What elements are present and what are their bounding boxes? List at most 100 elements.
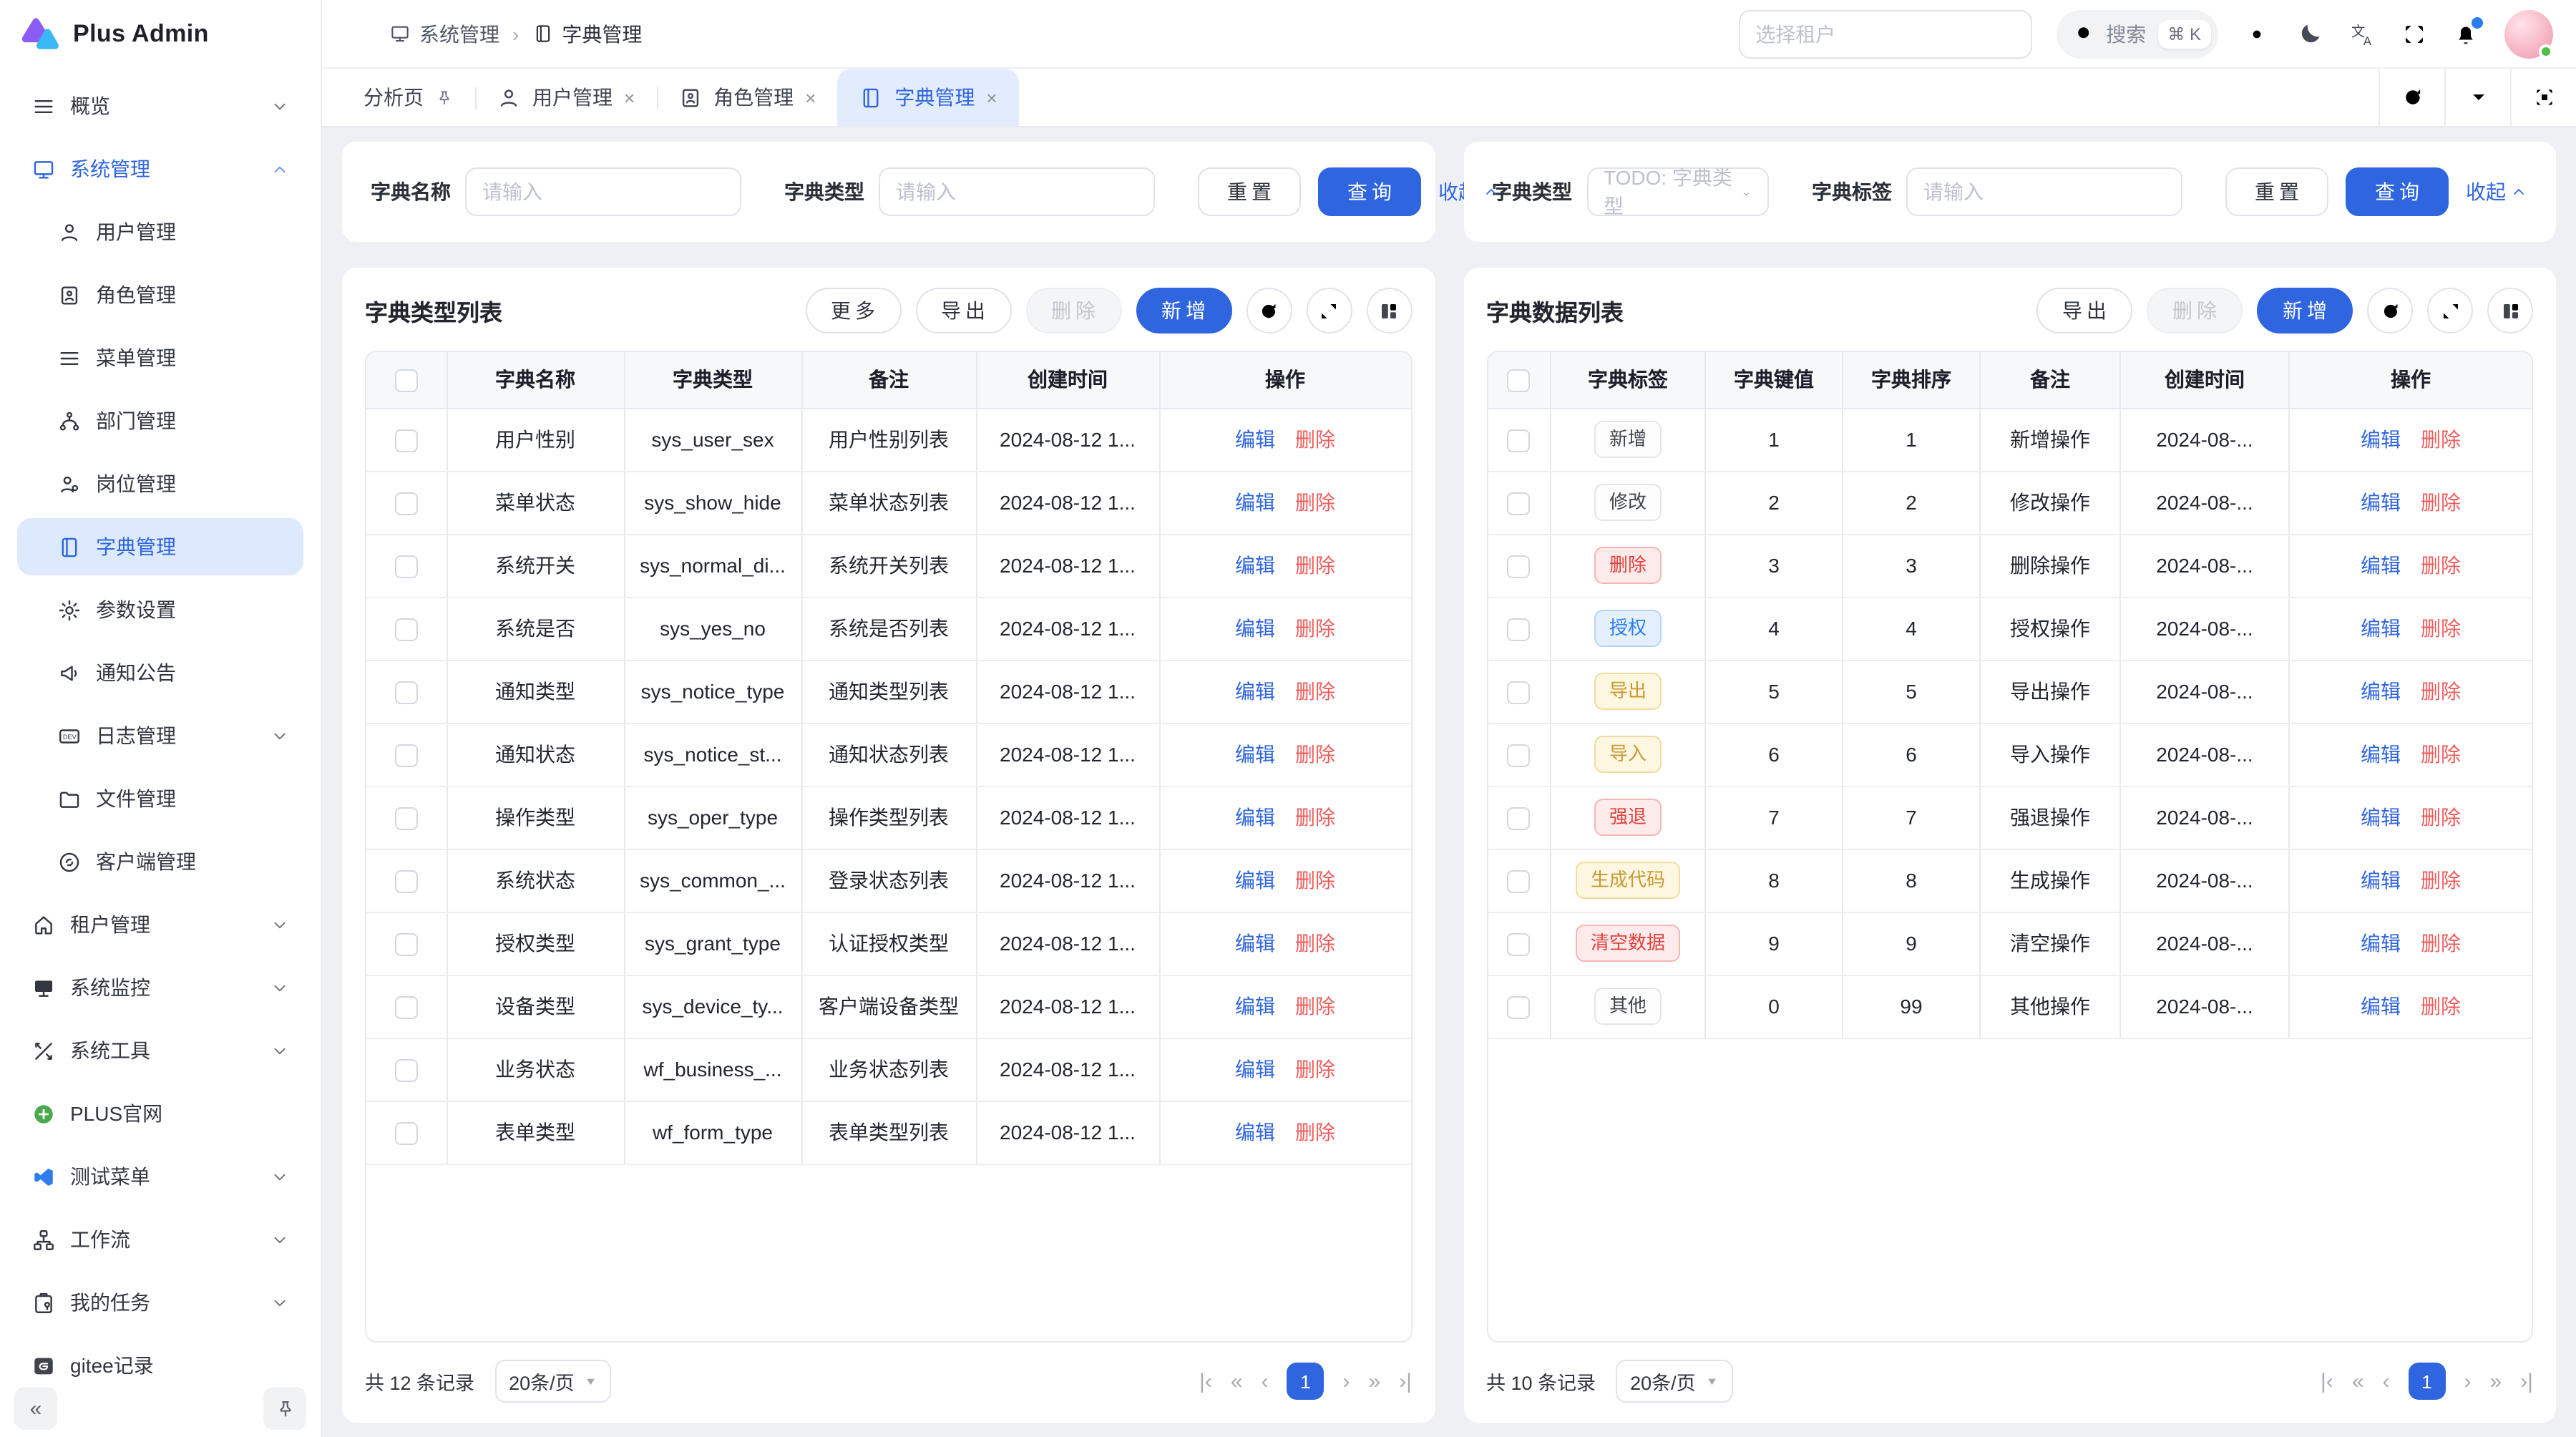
row-checkbox[interactable] (1508, 744, 1531, 766)
row-checkbox[interactable] (1508, 555, 1531, 578)
next-page-button[interactable]: › (2464, 1369, 2472, 1393)
sidebar-item[interactable]: 角色管理 (17, 266, 303, 323)
table-columns-button[interactable] (2487, 288, 2533, 333)
sidebar-item[interactable]: 菜单管理 (17, 329, 303, 386)
settings-button[interactable] (2243, 19, 2271, 48)
sidebar-item[interactable]: 部门管理 (17, 392, 303, 449)
tab[interactable]: 字典管理 × (837, 69, 1018, 126)
first-page-button[interactable]: |‹ (2321, 1369, 2333, 1393)
sidebar-item[interactable]: 测试菜单 (17, 1148, 303, 1205)
export-button[interactable]: 导出 (2036, 288, 2132, 333)
edit-link[interactable]: 编辑 (2361, 554, 2401, 577)
tab-close-icon[interactable]: × (805, 87, 816, 108)
edit-link[interactable]: 编辑 (2361, 617, 2401, 640)
row-checkbox[interactable] (1508, 932, 1531, 955)
delete-link[interactable]: 删除 (1295, 743, 1335, 766)
edit-link[interactable]: 编辑 (1235, 428, 1275, 451)
edit-link[interactable]: 编辑 (1235, 680, 1275, 703)
dict-name-input[interactable] (465, 167, 741, 216)
edit-link[interactable]: 编辑 (2361, 743, 2401, 766)
table-refresh-button[interactable] (2367, 288, 2413, 333)
edit-link[interactable]: 编辑 (2361, 995, 2401, 1018)
last-page-button[interactable]: ›| (2520, 1369, 2533, 1393)
language-button[interactable] (2348, 19, 2377, 48)
add-button[interactable]: 新增 (2257, 288, 2353, 333)
dict-label-input[interactable] (1906, 167, 2182, 216)
delete-link[interactable]: 删除 (2421, 617, 2461, 640)
sidebar-item[interactable]: 用户管理 (17, 203, 303, 260)
row-checkbox[interactable] (395, 995, 418, 1018)
notifications-button[interactable] (2451, 19, 2480, 48)
delete-link[interactable]: 删除 (1295, 1121, 1335, 1144)
delete-link[interactable]: 删除 (2421, 806, 2461, 829)
tab-menu-button[interactable] (2444, 69, 2510, 126)
sidebar-item[interactable]: 系统工具 (17, 1022, 303, 1079)
row-checkbox[interactable] (1508, 681, 1531, 703)
dict-type-select[interactable]: TODO: 字典类型⌄ (1586, 167, 1769, 216)
delete-link[interactable]: 删除 (1295, 806, 1335, 829)
dark-mode-toggle[interactable] (2296, 19, 2324, 48)
page-size-select[interactable]: 20条/页▼ (1616, 1360, 1732, 1403)
delete-link[interactable]: 删除 (1295, 995, 1335, 1018)
next-page-button[interactable]: › (1343, 1369, 1350, 1393)
sidebar-item[interactable]: 租户管理 (17, 896, 303, 953)
row-checkbox[interactable] (1508, 618, 1531, 640)
edit-link[interactable]: 编辑 (2361, 806, 2401, 829)
tab[interactable]: 用户管理 × (475, 69, 656, 126)
reset-button[interactable]: 重置 (2225, 167, 2328, 216)
delete-link[interactable]: 删除 (2421, 932, 2461, 955)
current-page[interactable]: 1 (2409, 1363, 2446, 1400)
row-checkbox[interactable] (395, 492, 418, 515)
edit-link[interactable]: 编辑 (1235, 869, 1275, 892)
row-checkbox[interactable] (395, 1121, 418, 1144)
sidebar-item[interactable]: 通知公告 (17, 644, 303, 701)
export-button[interactable]: 导出 (915, 288, 1011, 333)
query-button[interactable]: 查询 (2346, 167, 2449, 216)
delete-link[interactable]: 删除 (2421, 743, 2461, 766)
table-refresh-button[interactable] (1246, 288, 1292, 333)
tab-close-icon[interactable]: × (986, 87, 997, 108)
reset-button[interactable]: 重置 (1198, 167, 1301, 216)
sidebar-item[interactable]: 客户端管理 (17, 833, 303, 890)
page-size-select[interactable]: 20条/页▼ (494, 1360, 611, 1403)
delete-button[interactable]: 删除 (1025, 288, 1121, 333)
edit-link[interactable]: 编辑 (2361, 428, 2401, 451)
delete-button[interactable]: 删除 (2147, 288, 2243, 333)
sidebar-item[interactable]: 系统管理 (17, 140, 303, 198)
edit-link[interactable]: 编辑 (1235, 491, 1275, 514)
sidebar-item[interactable]: 岗位管理 (17, 455, 303, 512)
delete-link[interactable]: 删除 (2421, 491, 2461, 514)
tab-pin-icon[interactable] (435, 88, 454, 107)
add-button[interactable]: 新增 (1136, 288, 1231, 333)
dict-type-input[interactable] (879, 167, 1155, 216)
delete-link[interactable]: 删除 (2421, 995, 2461, 1018)
select-all-checkbox[interactable] (1508, 369, 1531, 392)
delete-link[interactable]: 删除 (1295, 428, 1335, 451)
global-search-button[interactable]: 搜索 ⌘ K (2056, 9, 2218, 58)
sidebar-item[interactable]: PLUS官网 (17, 1085, 303, 1142)
table-expand-button[interactable] (1306, 288, 1352, 333)
last-page-button[interactable]: ›| (1399, 1369, 1412, 1393)
tab-refresh-button[interactable] (2379, 69, 2444, 126)
row-checkbox[interactable] (395, 429, 418, 452)
delete-link[interactable]: 删除 (1295, 869, 1335, 892)
prev-page-button[interactable]: ‹ (2383, 1369, 2390, 1393)
row-checkbox[interactable] (395, 618, 418, 640)
row-checkbox[interactable] (1508, 807, 1531, 829)
edit-link[interactable]: 编辑 (2361, 680, 2401, 703)
content-fullscreen-button[interactable] (2510, 69, 2576, 126)
edit-link[interactable]: 编辑 (2361, 869, 2401, 892)
row-checkbox[interactable] (395, 932, 418, 955)
next-5-button[interactable]: » (2490, 1369, 2502, 1393)
delete-link[interactable]: 删除 (1295, 491, 1335, 514)
tab[interactable]: 分析页 × (342, 69, 475, 126)
edit-link[interactable]: 编辑 (1235, 995, 1275, 1018)
edit-link[interactable]: 编辑 (1235, 554, 1275, 577)
delete-link[interactable]: 删除 (1295, 932, 1335, 955)
table-columns-button[interactable] (1366, 288, 1412, 333)
next-5-button[interactable]: » (1369, 1369, 1381, 1393)
row-checkbox[interactable] (1508, 492, 1531, 515)
sidebar-pin-button[interactable] (263, 1387, 306, 1430)
row-checkbox[interactable] (1508, 429, 1531, 452)
prev-5-button[interactable]: « (1231, 1369, 1243, 1393)
